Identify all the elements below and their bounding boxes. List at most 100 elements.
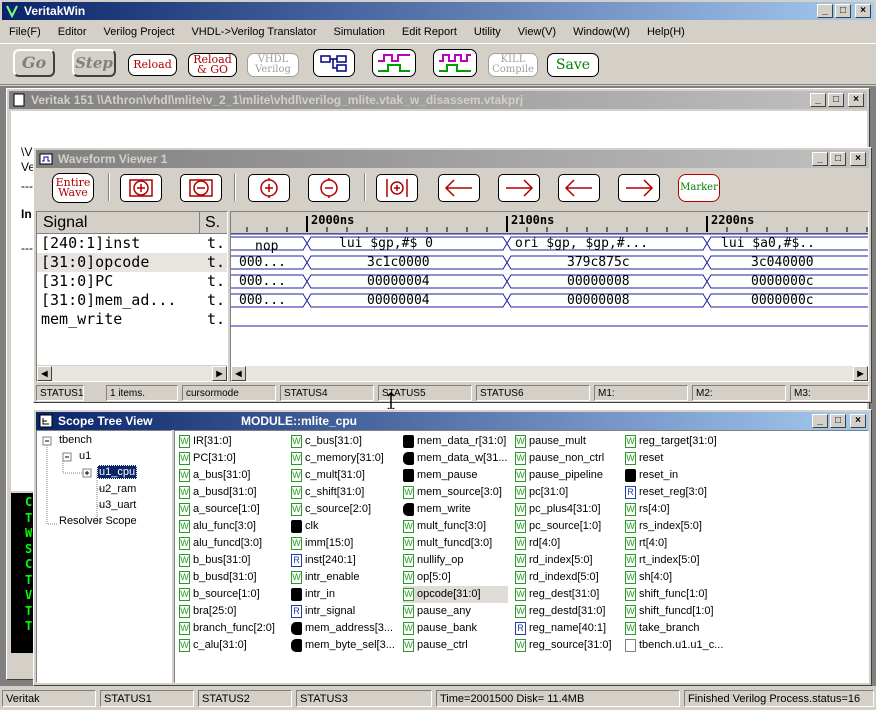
scope-signal-item[interactable]: Wreg_source[31:0] xyxy=(515,637,612,654)
scope-signal-item[interactable]: reset_in xyxy=(625,467,723,484)
scope-signal-item[interactable]: Wpause_mult xyxy=(515,433,612,450)
scope-signal-item[interactable]: Rreg_name[40:1] xyxy=(515,620,612,637)
scope-signal-item[interactable]: Wrd[4:0] xyxy=(515,535,612,552)
wave-display-pane[interactable]: 2000ns 2100ns 2200ns nop lui $gp,#$ 0 or… xyxy=(230,211,869,382)
tree-node-u2-ram[interactable]: u2_ram xyxy=(99,483,136,495)
scope-signal-item[interactable]: mem_byte_sel[3... xyxy=(291,637,395,654)
entire-wave-button[interactable]: Entire Wave xyxy=(52,173,94,203)
scope-signal-item[interactable]: Wpc_plus4[31:0] xyxy=(515,501,612,518)
prev-marker-button[interactable] xyxy=(558,174,600,202)
scope-signal-item[interactable]: mem_data_w[31... xyxy=(403,450,508,467)
tree-node-u1-cpu[interactable]: u1_cpu xyxy=(97,465,138,479)
scope-tree-pane[interactable]: tbench u1 u1_cpu u2_ram u3_uart Resolver… xyxy=(36,430,172,683)
scope-signal-item[interactable]: Wreset xyxy=(625,450,723,467)
menu-file[interactable]: File(F) xyxy=(0,22,49,42)
scope-title-bar[interactable]: Scope Tree View MODULE::mlite_cpu _ □ × xyxy=(36,412,869,430)
scope-signal-item[interactable]: Wmem_source[3:0] xyxy=(403,484,508,501)
scope-signal-item[interactable]: Wshift_func[1:0] xyxy=(625,586,723,603)
signal-row-selected[interactable]: [31:0]opcode t. xyxy=(37,253,227,272)
scope-signal-item[interactable]: Wreg_destd[31:0] xyxy=(515,603,612,620)
scope-signal-item[interactable]: Wreg_dest[31:0] xyxy=(515,586,612,603)
project-close-button[interactable]: × xyxy=(848,93,864,107)
scope-signal-item[interactable]: Wpc_source[1:0] xyxy=(515,518,612,535)
scope-signal-item[interactable]: Wb_bus[31:0] xyxy=(179,552,275,569)
scope-signal-item[interactable]: Wa_bus[31:0] xyxy=(179,467,275,484)
scope-signal-item[interactable]: Wimm[15:0] xyxy=(291,535,395,552)
scope-signal-item[interactable]: Wb_source[1:0] xyxy=(179,586,275,603)
scope-signal-item[interactable]: Wpause_non_ctrl xyxy=(515,450,612,467)
main-title-bar[interactable]: VeritakWin _ □ × xyxy=(2,2,874,20)
scope-maximize-button[interactable]: □ xyxy=(830,414,846,428)
scope-signal-item[interactable]: Rinst[240:1] xyxy=(291,552,395,569)
scope-signal-item[interactable]: Wc_mult[31:0] xyxy=(291,467,395,484)
menu-verilog-project[interactable]: Verilog Project xyxy=(95,22,183,42)
hierarchy-button[interactable] xyxy=(313,49,355,77)
menu-vhdl-translator[interactable]: VHDL->Verilog Translator xyxy=(182,22,324,42)
menu-edit-report[interactable]: Edit Report xyxy=(393,22,465,42)
signal-row[interactable]: [31:0]mem_ad... t. xyxy=(37,291,227,310)
scroll-left-arrow[interactable]: ◀ xyxy=(231,366,246,381)
status-column-header[interactable]: S. xyxy=(205,212,220,233)
close-button[interactable]: × xyxy=(855,4,871,18)
signal-list-pane[interactable]: Signal S. [240:1]inst t. [31:0]opcode t. [… xyxy=(36,211,228,382)
tree-node-u3-uart[interactable]: u3_uart xyxy=(99,499,136,511)
menu-view[interactable]: View(V) xyxy=(509,22,564,42)
scope-signal-item[interactable]: Wrd_indexd[5:0] xyxy=(515,569,612,586)
wave-button-2[interactable] xyxy=(433,49,477,77)
next-edge-button[interactable] xyxy=(498,174,540,202)
wave-button-1[interactable] xyxy=(372,49,416,77)
project-minimize-button[interactable]: _ xyxy=(810,93,826,107)
scope-signal-item[interactable]: W IR[31:0] xyxy=(179,433,275,450)
scope-signal-item[interactable]: Wreg_target[31:0] xyxy=(625,433,723,450)
scroll-right-arrow[interactable]: ▶ xyxy=(212,366,227,381)
scope-signal-item[interactable]: tbench.u1.u1_c... xyxy=(625,637,723,654)
scope-signal-item[interactable]: Wtake_branch xyxy=(625,620,723,637)
scope-close-button[interactable]: × xyxy=(850,414,866,428)
menu-simulation[interactable]: Simulation xyxy=(325,22,393,42)
scope-signal-item[interactable]: Wc_memory[31:0] xyxy=(291,450,395,467)
scope-signal-item[interactable]: Wc_source[2:0] xyxy=(291,501,395,518)
waveform-close-button[interactable]: × xyxy=(850,152,866,166)
scope-signal-item[interactable]: intr_in xyxy=(291,586,395,603)
scope-signal-item[interactable]: Wrs[4:0] xyxy=(625,501,723,518)
scope-signal-item[interactable]: Wrd_index[5:0] xyxy=(515,552,612,569)
waveform-minimize-button[interactable]: _ xyxy=(812,152,828,166)
minimize-button[interactable]: _ xyxy=(817,4,833,18)
scope-signal-item[interactable]: Wmult_funcd[3:0] xyxy=(403,535,508,552)
scope-signal-item[interactable]: Wrt[4:0] xyxy=(625,535,723,552)
next-marker-button[interactable] xyxy=(618,174,660,202)
scope-signal-item[interactable]: Wpause_pipeline xyxy=(515,467,612,484)
scope-signal-item[interactable]: W PC[31:0] xyxy=(179,450,275,467)
menu-window[interactable]: Window(W) xyxy=(564,22,638,42)
reload-go-button[interactable]: Reload & GO xyxy=(188,53,237,77)
zoom-in-button[interactable] xyxy=(120,174,162,202)
scope-signal-item[interactable]: Wa_source[1:0] xyxy=(179,501,275,518)
scope-signal-item[interactable]: mem_data_r[31:0] xyxy=(403,433,508,450)
scope-signal-item[interactable]: Wrt_index[5:0] xyxy=(625,552,723,569)
signal-row[interactable]: mem_write t. xyxy=(37,310,227,329)
wave-hscrollbar[interactable]: ◀ ▶ xyxy=(231,366,868,381)
scope-signal-item[interactable]: Wc_alu[31:0] xyxy=(179,637,275,654)
prev-edge-button[interactable] xyxy=(438,174,480,202)
scope-signal-item[interactable]: mem_address[3... xyxy=(291,620,395,637)
scope-signal-item[interactable]: Walu_funcd[3:0] xyxy=(179,535,275,552)
tree-node-resolver-scope[interactable]: Resolver Scope xyxy=(59,515,137,527)
scope-signal-item[interactable]: Wshift_funcd[1:0] xyxy=(625,603,723,620)
scope-signal-item[interactable]: Rreset_reg[3:0] xyxy=(625,484,723,501)
zoom-out-button[interactable] xyxy=(180,174,222,202)
save-button[interactable]: Save xyxy=(547,53,599,77)
menu-help[interactable]: Help(H) xyxy=(638,22,693,42)
zoom-in-center-button[interactable] xyxy=(248,174,290,202)
scope-signal-item[interactable]: Wrs_index[5:0] xyxy=(625,518,723,535)
signal-row[interactable]: [31:0]PC t. xyxy=(37,272,227,291)
signal-column-header[interactable]: Signal xyxy=(43,212,200,233)
scroll-right-arrow[interactable]: ▶ xyxy=(853,366,868,381)
waveform-maximize-button[interactable]: □ xyxy=(830,152,846,166)
reload-button[interactable]: Reload xyxy=(128,54,177,76)
step-button[interactable]: Step xyxy=(72,49,116,77)
signal-row[interactable]: [240:1]inst t. xyxy=(37,234,227,253)
waveform-title-bar[interactable]: Waveform Viewer 1 _ □ × xyxy=(36,150,869,168)
menu-editor[interactable]: Editor xyxy=(49,22,95,42)
signal-hscrollbar[interactable]: ◀ ▶ xyxy=(37,365,227,381)
zoom-range-button[interactable] xyxy=(376,174,418,202)
